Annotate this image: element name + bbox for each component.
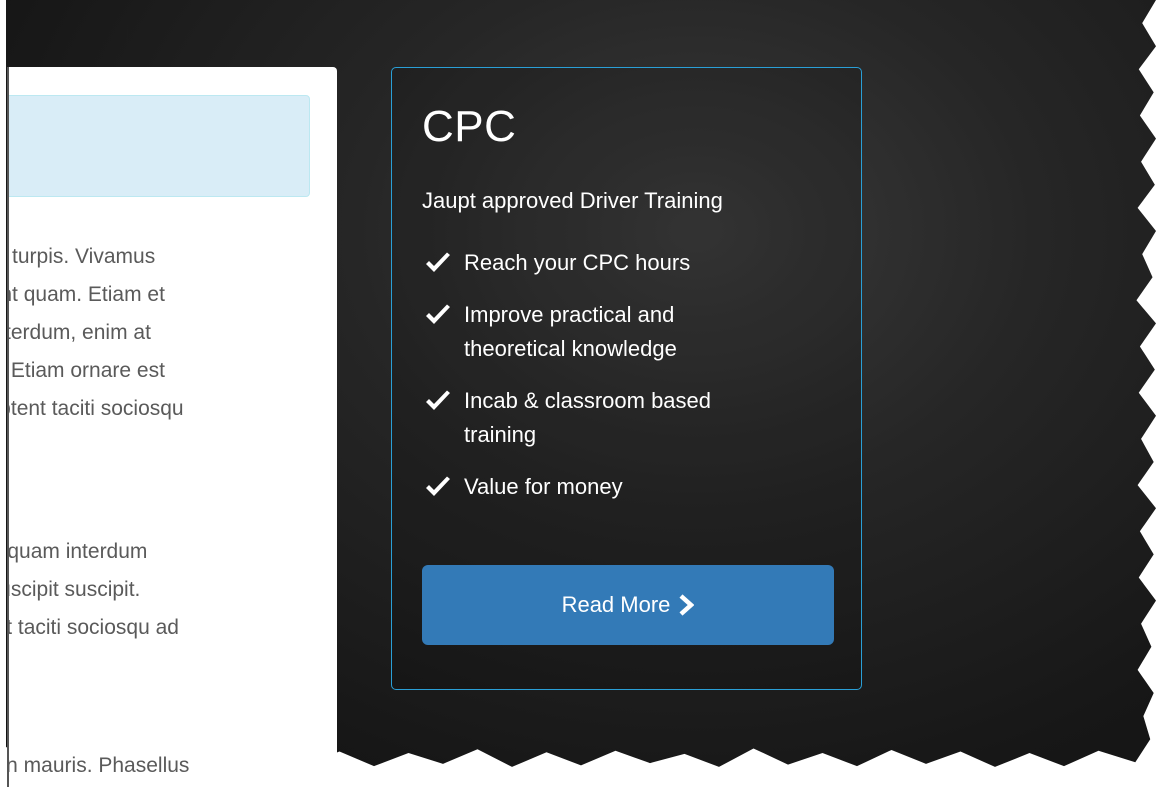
read-more-button[interactable]: Read More bbox=[422, 565, 834, 645]
feature-text: Reach your CPC hours bbox=[464, 250, 691, 275]
body-paragraph-2: tor quam interdum t suscipit suscipit. t… bbox=[9, 533, 337, 647]
check-icon bbox=[426, 252, 450, 272]
body-paragraph-1: o a turpis. Vivamus dunt quam. Etiam et … bbox=[9, 238, 337, 428]
paragraph-line: t interdum, enim at bbox=[9, 321, 151, 344]
cpc-card: CPC Jaupt approved Driver Training Reach… bbox=[391, 67, 862, 690]
feature-text-continued: training bbox=[464, 422, 537, 447]
feature-text: Incab & classroom based bbox=[464, 388, 712, 413]
check-icon bbox=[426, 304, 450, 324]
feature-item: Reach your CPC hours bbox=[422, 246, 842, 280]
feature-text: Value for money bbox=[464, 474, 623, 499]
feature-text-continued: theoretical knowledge bbox=[464, 336, 677, 361]
body-paragraph-3: or in mauris. Phasellus bbox=[9, 747, 337, 779]
feature-item: Value for money bbox=[422, 470, 842, 504]
card-title: CPC bbox=[422, 102, 517, 151]
paragraph-line: tor quam interdum bbox=[9, 540, 148, 563]
paragraph-line: tent taciti sociosqu ad bbox=[9, 616, 179, 639]
read-more-label: Read More bbox=[561, 592, 671, 617]
check-icon bbox=[426, 476, 450, 496]
feature-item: Incab & classroom based training bbox=[422, 384, 842, 452]
paragraph-line: us. Etiam ornare est bbox=[9, 359, 165, 382]
check-icon bbox=[426, 390, 450, 410]
info-alert-box bbox=[9, 95, 310, 197]
paragraph-line: i aptent taciti sociosqu bbox=[9, 397, 184, 420]
paragraph-line: dunt quam. Etiam et bbox=[9, 283, 165, 306]
feature-item: Improve practical and theoretical knowle… bbox=[422, 298, 842, 366]
screenshot-stage: o a turpis. Vivamus dunt quam. Etiam et … bbox=[0, 0, 1173, 795]
paragraph-line: o a turpis. Vivamus bbox=[9, 245, 156, 268]
card-subtitle: Jaupt approved Driver Training bbox=[422, 188, 723, 213]
paragraph-line: t suscipit suscipit. bbox=[9, 578, 141, 601]
paragraph-line: or in mauris. Phasellus bbox=[9, 754, 190, 777]
feature-list: Reach your CPC hours Improve practical a… bbox=[422, 246, 842, 522]
chevron-right-icon bbox=[679, 594, 695, 616]
content-panel: o a turpis. Vivamus dunt quam. Etiam et … bbox=[9, 67, 337, 779]
feature-text: Improve practical and bbox=[464, 302, 675, 327]
